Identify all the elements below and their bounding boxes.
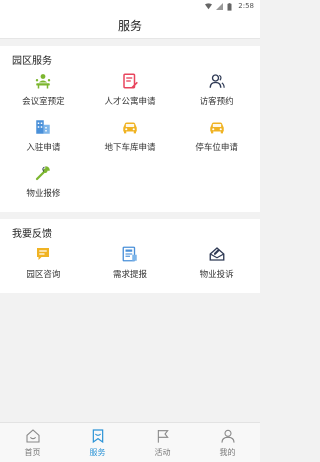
underground-garage-label: 地下车库申请: [104, 143, 156, 153]
section-title-park-services: 园区服务: [12, 56, 52, 67]
property-complaint-label: 物业投诉: [199, 270, 234, 280]
meeting-room-label: 会议室预定: [22, 97, 65, 107]
page-title: 服务: [117, 18, 142, 33]
demand-submission-button[interactable]: 需求提报: [87, 241, 174, 287]
meeting-room-icon: [36, 74, 51, 89]
no-signal-icon: [216, 2, 224, 10]
meeting-room-button[interactable]: 会议室预定: [0, 68, 87, 114]
tab-mine[interactable]: 我的: [195, 423, 260, 462]
demand-submission-label: 需求提报: [112, 270, 147, 280]
chat-icon: [37, 248, 50, 260]
section-title-feedback: 我要反馈: [12, 229, 52, 240]
feedback-section: 我要反馈 园区咨询 需求提报 物业投诉: [0, 219, 260, 293]
wrench-icon: [36, 166, 51, 181]
park-services-section: 园区服务 会议室预定 人才公寓申请 访客预约 入驻申请 地下车库申请 停车位申请…: [0, 46, 260, 212]
park-consultation-button[interactable]: 园区咨询: [0, 241, 87, 287]
tab-service[interactable]: 服务: [65, 423, 130, 462]
car-icon: [123, 122, 137, 134]
visitor-appointment-button[interactable]: 访客预约: [173, 68, 260, 114]
document-icon: [122, 246, 137, 262]
parking-space-button[interactable]: 停车位申请: [173, 114, 260, 160]
tab-home-label: 首页: [24, 447, 41, 457]
property-repair-label: 物业报修: [26, 189, 61, 199]
tab-home[interactable]: 首页: [0, 423, 65, 462]
property-complaint-button[interactable]: 物业投诉: [173, 241, 260, 287]
status-bar: 2:58: [0, 0, 260, 12]
tab-activity-label: 活动: [154, 447, 171, 457]
bottom-tab-bar: 首页 服务 活动 我的: [0, 422, 260, 462]
battery-icon: [227, 2, 234, 11]
underground-garage-button[interactable]: 地下车库申请: [87, 114, 174, 160]
settle-in-application-button[interactable]: 入驻申请: [0, 114, 87, 160]
car-icon: [209, 122, 224, 134]
visitor-icon: [209, 74, 225, 88]
building-icon: [36, 120, 51, 134]
apartment-application-button[interactable]: 人才公寓申请: [87, 68, 174, 114]
user-icon: [220, 429, 235, 443]
app-screen: 2:58 服务 园区服务 会议室预定 人才公寓申请 访客预约 入驻申请 地下车库…: [0, 0, 260, 462]
wifi-icon: [205, 2, 213, 10]
parking-space-label: 停车位申请: [195, 143, 238, 153]
flag-icon: [157, 429, 169, 443]
settle-in-application-label: 入驻申请: [26, 143, 61, 153]
tab-activity[interactable]: 活动: [130, 423, 195, 462]
page-header: 服务: [0, 12, 260, 39]
apartment-application-label: 人才公寓申请: [104, 97, 156, 107]
service-icon: [92, 428, 103, 443]
tab-mine-label: 我的: [219, 447, 236, 457]
status-time: 2:58: [238, 2, 254, 10]
visitor-appointment-label: 访客预约: [199, 97, 234, 107]
apartment-form-icon: [123, 73, 138, 89]
complaint-icon: [209, 247, 225, 261]
park-consultation-label: 园区咨询: [26, 270, 61, 280]
tab-service-label: 服务: [89, 447, 106, 457]
home-icon: [25, 428, 40, 443]
property-repair-button[interactable]: 物业报修: [0, 160, 87, 206]
